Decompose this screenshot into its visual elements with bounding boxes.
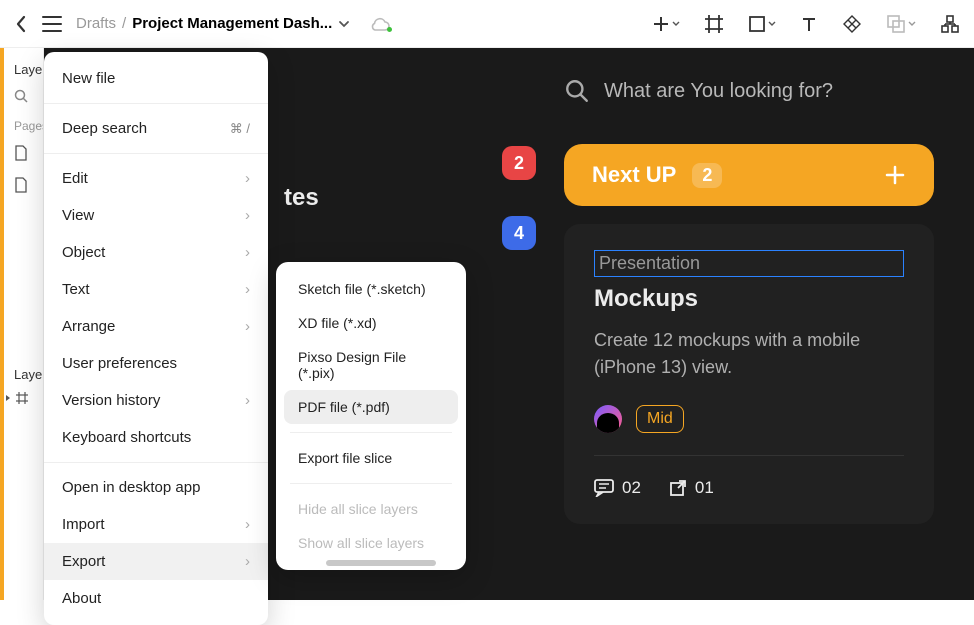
task-card: Presentation Mockups Create 12 mockups w… bbox=[564, 224, 934, 524]
chevron-right-icon: › bbox=[245, 392, 250, 409]
external-link-icon bbox=[669, 479, 687, 497]
sidebar-search-icon[interactable] bbox=[0, 81, 43, 111]
chevron-right-icon: › bbox=[245, 318, 250, 335]
chevron-down-icon bbox=[768, 21, 776, 27]
chevron-right-icon: › bbox=[245, 516, 250, 533]
menu-item-user-preferences[interactable]: User preferences bbox=[44, 345, 268, 382]
shape-tool[interactable] bbox=[748, 15, 776, 33]
chevron-down-icon bbox=[338, 20, 350, 28]
task-title: Mockups bbox=[594, 285, 904, 313]
export-show-slices: Show all slice layers bbox=[284, 526, 458, 560]
caret-icon bbox=[4, 394, 12, 402]
priority-badge: Mid bbox=[636, 405, 684, 433]
sidebar-section-pages: Pages bbox=[0, 111, 43, 137]
chevron-right-icon: › bbox=[245, 244, 250, 261]
comments-stat[interactable]: 02 bbox=[594, 478, 641, 498]
page-icon[interactable] bbox=[0, 169, 43, 201]
sidebar: Layers Pages Layers bbox=[0, 48, 44, 600]
hamburger-menu-button[interactable] bbox=[42, 16, 62, 32]
export-sketch[interactable]: Sketch file (*.sketch) bbox=[284, 272, 458, 306]
task-description: Create 12 mockups with a mobile (iPhone … bbox=[594, 327, 904, 381]
chevron-right-icon: › bbox=[245, 170, 250, 187]
sidebar-section-layers: Layers bbox=[0, 361, 43, 386]
boolean-tool[interactable] bbox=[886, 14, 916, 34]
menu-item-about[interactable]: About bbox=[44, 580, 268, 617]
menu-item-edit[interactable]: Edit› bbox=[44, 160, 268, 197]
chevron-right-icon: › bbox=[245, 281, 250, 298]
notes-label-partial: tes bbox=[284, 184, 319, 212]
component-tool[interactable] bbox=[842, 14, 862, 34]
avatar[interactable] bbox=[594, 405, 622, 433]
cloud-sync-icon[interactable] bbox=[370, 17, 390, 31]
chevron-right-icon: › bbox=[245, 553, 250, 570]
topbar: Drafts / Project Management Dash... bbox=[0, 0, 974, 48]
sidebar-tab-layers[interactable]: Layers bbox=[0, 58, 43, 81]
menu-item-view[interactable]: View› bbox=[44, 197, 268, 234]
search-icon bbox=[564, 78, 590, 104]
export-submenu: Sketch file (*.sketch) XD file (*.xd) Pi… bbox=[276, 262, 466, 570]
search-bar[interactable]: What are You looking for? bbox=[564, 78, 934, 104]
menu-item-text[interactable]: Text› bbox=[44, 271, 268, 308]
export-pixso[interactable]: Pixso Design File (*.pix) bbox=[284, 340, 458, 390]
page-icon[interactable] bbox=[0, 137, 43, 169]
comment-icon bbox=[594, 479, 614, 497]
task-tag: Presentation bbox=[599, 253, 700, 273]
menu-item-arrange[interactable]: Arrange› bbox=[44, 308, 268, 345]
accent-bar bbox=[0, 48, 4, 600]
selection-outline[interactable]: Presentation bbox=[594, 250, 904, 277]
chevron-right-icon: › bbox=[245, 207, 250, 224]
breadcrumb-parent: Drafts bbox=[76, 15, 116, 32]
network-tool[interactable] bbox=[940, 14, 960, 34]
search-placeholder: What are You looking for? bbox=[604, 80, 833, 103]
breadcrumb[interactable]: Drafts / Project Management Dash... bbox=[76, 15, 350, 32]
badge-count-blue: 4 bbox=[502, 216, 536, 250]
export-pdf[interactable]: PDF file (*.pdf) bbox=[284, 390, 458, 424]
back-button[interactable] bbox=[14, 13, 28, 35]
plus-icon[interactable] bbox=[884, 164, 906, 186]
frame-icon bbox=[16, 392, 28, 404]
chevron-down-icon bbox=[672, 21, 680, 27]
menu-item-deep-search[interactable]: Deep search⌘ / bbox=[44, 110, 268, 147]
menu-item-keyboard-shortcuts[interactable]: Keyboard shortcuts bbox=[44, 419, 268, 456]
menu-item-open-desktop[interactable]: Open in desktop app bbox=[44, 469, 268, 506]
badge-count-red: 2 bbox=[502, 146, 536, 180]
menu-item-version-history[interactable]: Version history› bbox=[44, 382, 268, 419]
nextup-count: 2 bbox=[692, 163, 722, 188]
attachments-stat[interactable]: 01 bbox=[669, 478, 714, 498]
frame-tool[interactable] bbox=[704, 14, 724, 34]
menu-item-new-file[interactable]: New file bbox=[44, 60, 268, 97]
submenu-scrollbar[interactable] bbox=[326, 560, 436, 566]
menu-item-import[interactable]: Import› bbox=[44, 506, 268, 543]
export-file-slice[interactable]: Export file slice bbox=[284, 441, 458, 475]
chevron-down-icon bbox=[908, 21, 916, 27]
export-hide-slices: Hide all slice layers bbox=[284, 492, 458, 526]
text-tool[interactable] bbox=[800, 15, 818, 33]
main-menu-dropdown: New file Deep search⌘ / Edit› View› Obje… bbox=[44, 52, 268, 625]
breadcrumb-current: Project Management Dash... bbox=[132, 15, 332, 32]
menu-item-object[interactable]: Object› bbox=[44, 234, 268, 271]
nextup-label: Next UP bbox=[592, 162, 676, 188]
nextup-card[interactable]: Next UP 2 bbox=[564, 144, 934, 206]
export-xd[interactable]: XD file (*.xd) bbox=[284, 306, 458, 340]
add-tool[interactable] bbox=[652, 15, 680, 33]
layer-frame-item[interactable] bbox=[0, 386, 43, 410]
menu-item-export[interactable]: Export› bbox=[44, 543, 268, 580]
